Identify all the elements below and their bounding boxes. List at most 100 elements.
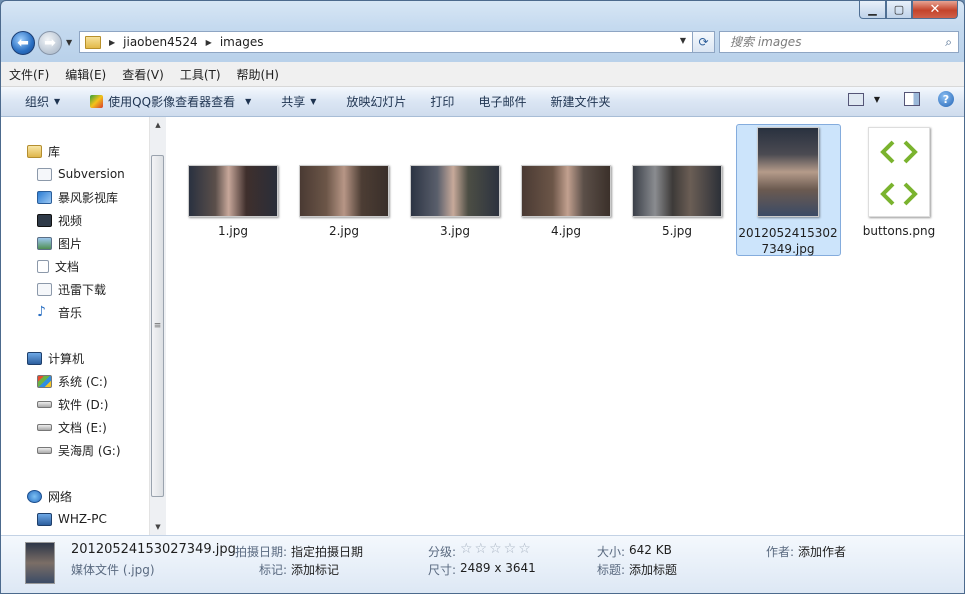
sidebar-item-label: Subversion [58, 167, 125, 181]
image-thumbnail [632, 165, 722, 217]
sidebar-item-label: 计算机 [48, 351, 85, 366]
sidebar-item-label: 迅雷下载 [58, 282, 107, 297]
hard-drive-icon [37, 446, 52, 454]
search-icon[interactable]: ⌕ [945, 35, 952, 50]
menu-view[interactable]: 查看(V) [114, 66, 172, 83]
sidebar-item-videos[interactable]: 视频 [37, 210, 82, 230]
image-thumbnail [868, 127, 930, 217]
file-item[interactable]: 1.jpg [183, 165, 283, 239]
size-value: 642 KB [629, 543, 672, 557]
open-with-button[interactable]: 使用QQ影像查看器查看 ▼ [72, 93, 263, 110]
file-item[interactable]: 4.jpg [516, 165, 616, 239]
sidebar-item-label: WHZ-PC [58, 512, 107, 526]
address-dropdown-icon[interactable]: ▼ [680, 36, 686, 45]
menu-help[interactable]: 帮助(H) [229, 66, 287, 83]
hard-drive-icon [37, 423, 52, 431]
sidebar-item-subversion[interactable]: Subversion [37, 164, 125, 184]
sidebar-item-drive-e[interactable]: 文档 (E:) [37, 417, 107, 437]
download-folder-icon [37, 282, 52, 296]
maximize-button[interactable]: ▢ [886, 1, 912, 19]
chevron-down-icon: ▼ [310, 97, 317, 106]
navigation-bar: ⬅ ➡ ▼ ▶ jiaoben4524 ▶ images ▼ ⟳ ⌕ [9, 29, 959, 57]
file-item[interactable]: 2.jpg [294, 165, 394, 239]
share-button[interactable]: 共享 ▼ [263, 93, 328, 110]
sidebar-item-network[interactable]: 网络 [27, 486, 72, 506]
sidebar-item-label: 文档 (E:) [58, 420, 107, 435]
search-box: ⌕ [719, 31, 959, 53]
image-thumbnail [410, 165, 500, 217]
file-item[interactable]: buttons.png [849, 127, 949, 239]
date-taken-key: 拍摄日期: [235, 545, 288, 559]
change-view-icon[interactable] [847, 92, 864, 106]
file-name-line-2: 7349.jpg [761, 242, 815, 256]
sidebar-item-label: 库 [48, 144, 61, 159]
video-icon [37, 213, 52, 227]
recent-pages-dropdown-icon[interactable]: ▼ [66, 38, 72, 47]
details-filename: 20120524153027349.jpg [71, 542, 236, 557]
file-name: 4.jpg [550, 224, 582, 238]
breadcrumb-jiaoben4524[interactable]: jiaoben4524 [123, 35, 198, 49]
navigation-pane-scrollbar[interactable]: ▲ ≡ ▼ [149, 117, 166, 535]
breadcrumb-separator-icon[interactable]: ▶ [109, 38, 115, 47]
file-name: 3.jpg [439, 224, 471, 238]
slideshow-button[interactable]: 放映幻灯片 [328, 93, 418, 110]
share-label: 共享 [281, 95, 306, 109]
file-item[interactable]: 5.jpg [627, 165, 727, 239]
sidebar-item-library[interactable]: 库 [27, 141, 60, 161]
breadcrumb-images[interactable]: images [220, 35, 264, 49]
rating-key: 分级: [428, 545, 457, 559]
sidebar-item-pictures[interactable]: 图片 [37, 233, 82, 253]
pictures-icon [37, 236, 52, 250]
details-pane: 20120524153027349.jpg 媒体文件 (.jpg) 拍摄日期: … [1, 535, 964, 593]
sidebar-item-drive-c[interactable]: 系统 (C:) [37, 371, 108, 391]
system-drive-icon [37, 374, 52, 388]
help-icon[interactable]: ? [938, 91, 954, 107]
close-button[interactable]: ✕ [912, 1, 958, 19]
sidebar-item-drive-g[interactable]: 吴海周 (G:) [37, 440, 121, 460]
video-library-icon [37, 190, 52, 204]
network-icon [27, 489, 42, 503]
sidebar-item-whz-pc[interactable]: WHZ-PC [37, 509, 107, 529]
sidebar-item-documents[interactable]: 文档 [37, 256, 79, 276]
rating-stars[interactable]: ☆☆☆☆☆ [460, 541, 533, 557]
scroll-down-icon[interactable]: ▼ [150, 519, 166, 535]
menu-file[interactable]: 文件(F) [1, 66, 57, 83]
back-button[interactable]: ⬅ [11, 31, 35, 55]
tags-value[interactable]: 添加标记 [291, 561, 339, 578]
file-name-line-1: 2012052415302 [738, 226, 838, 240]
breadcrumb-separator-icon[interactable]: ▶ [206, 38, 212, 47]
file-list: 1.jpg 2.jpg 3.jpg 4.jpg 5.jpg 2012052415… [166, 117, 964, 535]
refresh-button[interactable]: ⟳ [693, 31, 715, 53]
date-taken-value[interactable]: 指定拍摄日期 [291, 543, 363, 560]
author-value[interactable]: 添加作者 [798, 543, 846, 560]
menu-bar: 文件(F) 编辑(E) 查看(V) 工具(T) 帮助(H) [1, 62, 964, 87]
author-key: 作者: [766, 545, 795, 559]
preview-pane-icon[interactable] [904, 92, 920, 106]
minimize-button[interactable]: ▁ [859, 1, 886, 19]
address-bar[interactable]: ▶ jiaoben4524 ▶ images ▼ [79, 31, 693, 53]
scrollbar-thumb[interactable]: ≡ [151, 155, 164, 497]
sidebar-item-baofeng[interactable]: 暴风影视库 [37, 187, 118, 207]
search-input[interactable] [728, 32, 932, 52]
sidebar-item-xunlei[interactable]: 迅雷下载 [37, 279, 106, 299]
title-value[interactable]: 添加标题 [629, 561, 677, 578]
scroll-up-icon[interactable]: ▲ [150, 117, 166, 133]
new-folder-button[interactable]: 新建文件夹 [538, 93, 622, 110]
documents-icon [37, 259, 49, 273]
more-views-dropdown-icon[interactable]: ▼ [874, 95, 880, 104]
command-bar: 组织 ▼ 使用QQ影像查看器查看 ▼ 共享 ▼ 放映幻灯片 打印 电子邮件 新建文件夹… [1, 87, 964, 117]
file-item[interactable]: 3.jpg [405, 165, 505, 239]
file-name: 2012052415302 7349.jpg [738, 225, 838, 257]
menu-tools[interactable]: 工具(T) [172, 66, 229, 83]
email-button[interactable]: 电子邮件 [466, 93, 538, 110]
sidebar-item-computer[interactable]: 计算机 [27, 348, 84, 368]
sidebar-item-music[interactable]: ♪ 音乐 [37, 302, 82, 322]
sidebar-item-drive-d[interactable]: 软件 (D:) [37, 394, 108, 414]
print-button[interactable]: 打印 [418, 93, 466, 110]
title-bar: ▁ ▢ ✕ [1, 1, 964, 25]
file-name: 2.jpg [328, 224, 360, 238]
forward-button[interactable]: ➡ [38, 31, 62, 55]
organize-button[interactable]: 组织 ▼ [1, 93, 72, 110]
menu-edit[interactable]: 编辑(E) [57, 66, 114, 83]
file-item-selected[interactable]: 2012052415302 7349.jpg [738, 127, 838, 257]
